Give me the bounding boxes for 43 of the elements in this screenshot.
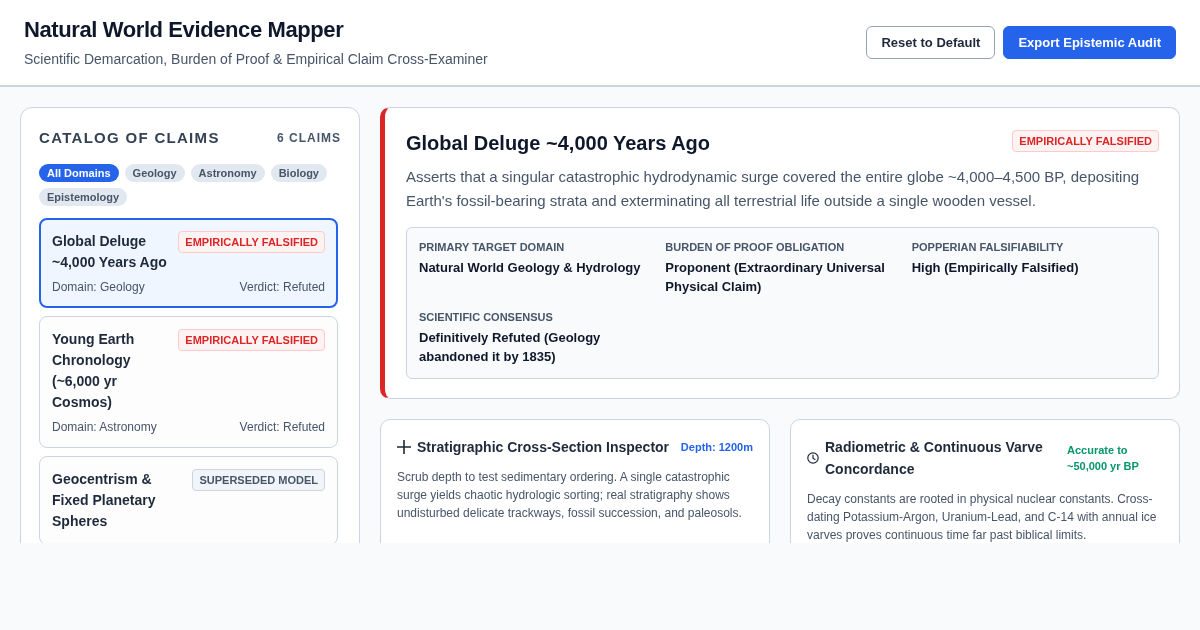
attribute-value: High (Empirically Falsified) <box>911 259 1080 277</box>
domain-filter-chip[interactable]: Biology <box>270 163 327 182</box>
claim-domain: Domain: Astronomy <box>52 418 157 435</box>
claim-verdict: Verdict: Refuted <box>239 418 325 435</box>
claim-verdict: Verdict: Refuted <box>239 278 325 295</box>
attribute-label: PRIMARY TARGET DOMAIN <box>419 240 566 254</box>
verdict-badge: EMPIRICALLY FALSIFIED <box>178 230 325 253</box>
clock-icon <box>807 452 819 464</box>
claim-title: Young Earth Chronology (~6,000 yr Cosmos) <box>52 329 136 412</box>
app-title: Natural World Evidence Mapper <box>24 17 345 43</box>
attribute-label: BURDEN OF PROOF OBLIGATION <box>665 240 846 254</box>
claim-card[interactable]: Geocentrism & Fixed Planetary Spheres SUPERSEDED MODEL <box>39 455 338 543</box>
attribute-value: Natural World Geology & Hydrology <box>419 259 642 277</box>
plus-icon <box>397 440 411 454</box>
tool-reading: Depth: 1200m <box>680 440 753 455</box>
domain-filter-chip[interactable]: Geology <box>124 163 185 182</box>
claim-card[interactable]: Global Deluge ~4,000 Years Ago EMPIRICALLY FALSIFIED Domain: Geology Verdict: Refuted <box>39 217 338 308</box>
attribute-label: SCIENTIFIC CONSENSUS <box>419 310 554 324</box>
tool-title: Stratigraphic Cross-Section Inspector <box>417 438 671 457</box>
claim-title: Global Deluge ~4,000 Years Ago <box>52 231 168 272</box>
domain-filter-chip[interactable]: Astronomy <box>190 163 265 182</box>
claim-domain: Domain: Geology <box>52 278 145 295</box>
tool-title: Radiometric & Continuous Varve Concordance <box>825 438 1044 479</box>
attribute-label: POPPERIAN FALSIFIABILITY <box>911 240 1065 254</box>
verdict-badge: EMPIRICALLY FALSIFIED <box>178 328 325 351</box>
detail-title: Global Deluge ~4,000 Years Ago <box>406 131 711 156</box>
claims-count: 6 CLAIMS <box>277 130 341 148</box>
app-subtitle: Scientific Demarcation, Burden of Proof & Empirical Claim Cross-Examiner <box>24 50 488 68</box>
tool-description: Scrub depth to test sedimentary ordering. A single catastrophic surge yields chaotic hydrologic sorting; real stratigraphy shows undisturbed delicate trackways, fossil succession, and paleosols. <box>397 469 743 522</box>
attribute-value: Proponent (Extraordinary Universal Physical Claim) <box>665 259 886 296</box>
reset-button[interactable]: Reset to Default <box>866 26 996 59</box>
domain-filter-chip[interactable]: Epistemology <box>39 187 128 206</box>
domain-filter-chip[interactable]: All Domains <box>39 163 119 182</box>
claim-card[interactable]: Young Earth Chronology (~6,000 yr Cosmos) EMPIRICALLY FALSIFIED Domain: Astronomy Verdict: Refuted <box>39 315 338 448</box>
verdict-badge: EMPIRICALLY FALSIFIED <box>1012 130 1159 152</box>
export-button[interactable]: Export Epistemic Audit <box>1003 26 1176 59</box>
tool-reading: Accurate to ~50,000 yr BP <box>1067 443 1140 474</box>
claim-title: Geocentrism & Fixed Planetary Spheres <box>52 469 157 531</box>
catalog-title: CATALOG OF CLAIMS <box>39 128 220 148</box>
verdict-badge: SUPERSEDED MODEL <box>192 468 325 491</box>
attribute-value: Definitively Refuted (Geology abandoned it by 1835) <box>419 329 602 366</box>
tool-description: Decay constants are rooted in physical nuclear constants. Cross-dating Potassium-Argon, Uranium-Lead, and C-14 with annual ice varves proves continuous time far past biblical limits. <box>807 491 1158 543</box>
claim-description: Asserts that a singular catastrophic hydrodynamic surge covered the entire globe ~4,000–4,500 BP, depositing Earth's fossil-bearing strata and exterminating all terrestrial life outside a single wooden vessel. <box>406 167 1141 211</box>
